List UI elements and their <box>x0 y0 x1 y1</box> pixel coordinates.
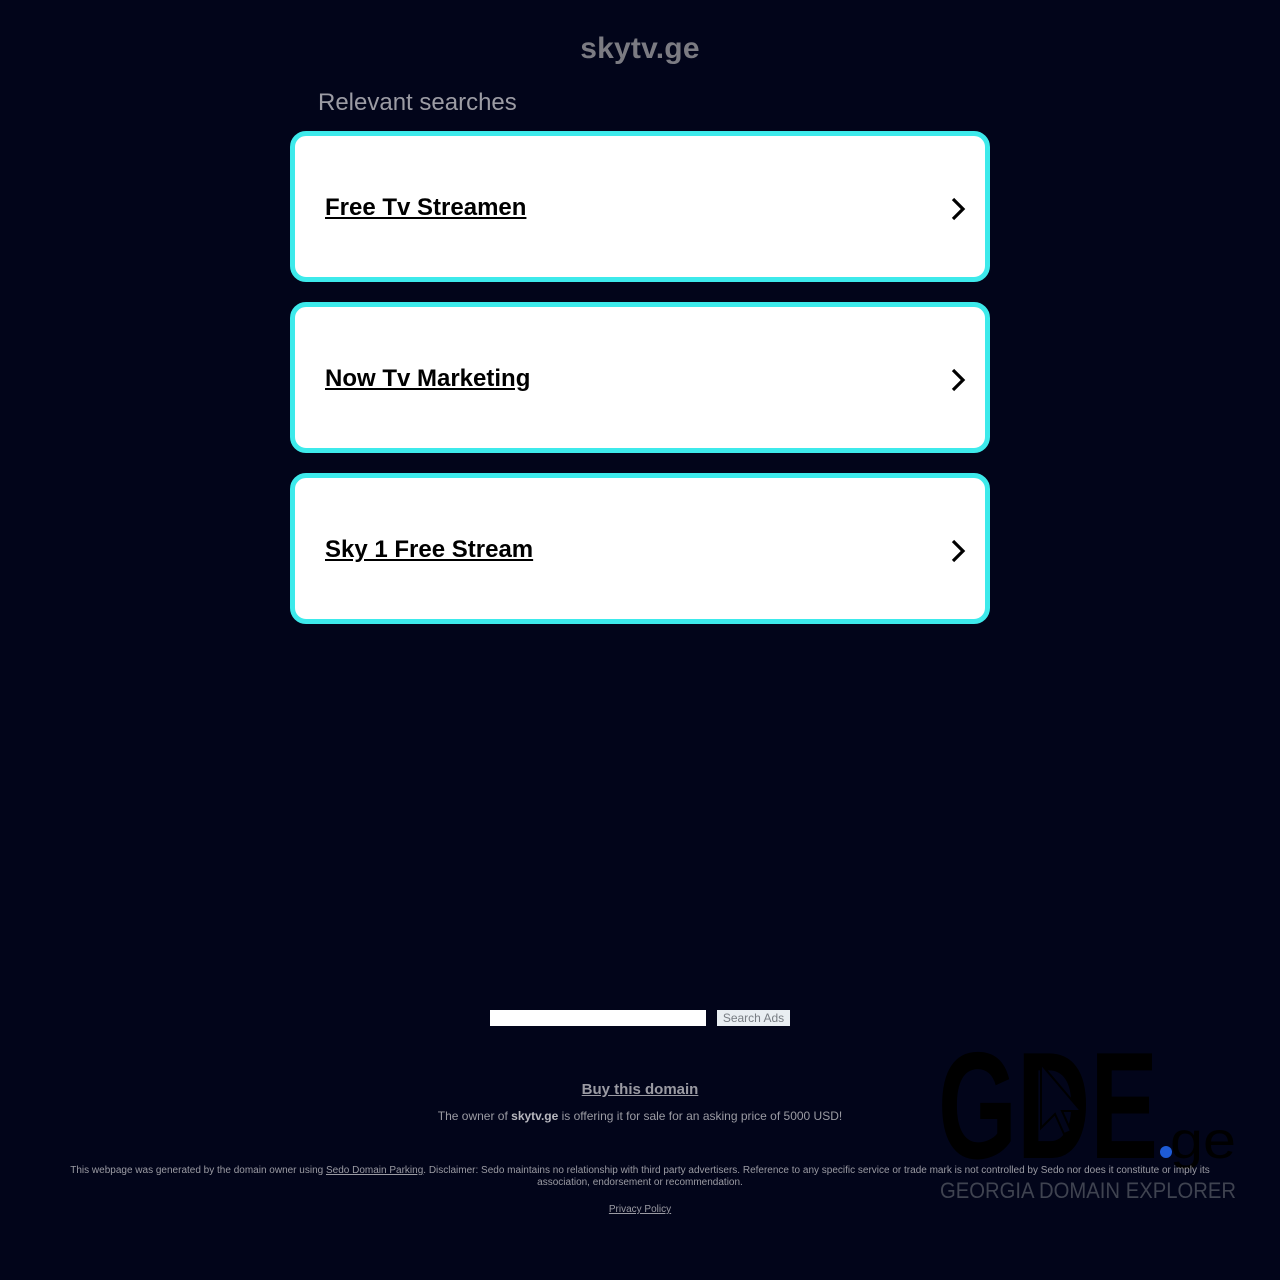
result-card-now-tv-marketing[interactable]: Now Tv Marketing <box>290 302 990 453</box>
chevron-right-icon <box>951 368 966 392</box>
result-link[interactable]: Free Tv Streamen <box>325 194 526 222</box>
disclaimer-text: . Disclaimer: Sedo maintains no relation… <box>423 1165 1210 1176</box>
disclaimer-prefix: This webpage was generated by the domain… <box>70 1165 326 1176</box>
sale-prefix: The owner of <box>437 1109 512 1123</box>
privacy-policy-link[interactable]: Privacy Policy <box>609 1204 671 1215</box>
chevron-right-icon <box>951 197 966 221</box>
domain-title: skytv.ge <box>580 32 700 65</box>
relevant-searches-heading: Relevant searches <box>318 89 517 116</box>
result-card-free-tv-streamen[interactable]: Free Tv Streamen <box>290 131 990 282</box>
result-link[interactable]: Now Tv Marketing <box>325 365 530 393</box>
results-list: Free Tv Streamen Now Tv Marketing Sky 1 … <box>290 131 990 644</box>
search-ads-button[interactable]: Search Ads <box>717 1010 790 1026</box>
disclaimer: This webpage was generated by the domain… <box>60 1165 1220 1189</box>
buy-domain-link-wrapper: Buy this domain <box>0 1081 1280 1098</box>
sale-notice: The owner of skytv.ge is offering it for… <box>0 1109 1280 1123</box>
disclaimer-text-line2: association, endorsement or recommendati… <box>537 1177 743 1188</box>
sale-suffix: is offering it for sale for an asking pr… <box>558 1109 843 1123</box>
sale-domain: skytv.ge <box>511 1109 559 1123</box>
result-card-sky-1-free-stream[interactable]: Sky 1 Free Stream <box>290 473 990 624</box>
result-link[interactable]: Sky 1 Free Stream <box>325 536 533 564</box>
chevron-right-icon <box>951 539 966 563</box>
sedo-parking-link[interactable]: Sedo Domain Parking <box>326 1165 423 1176</box>
buy-domain-link[interactable]: Buy this domain <box>582 1081 699 1098</box>
privacy-wrapper: Privacy Policy <box>0 1204 1280 1215</box>
search-input[interactable] <box>490 1010 706 1026</box>
search-ads-form: Search Ads <box>490 1010 790 1026</box>
